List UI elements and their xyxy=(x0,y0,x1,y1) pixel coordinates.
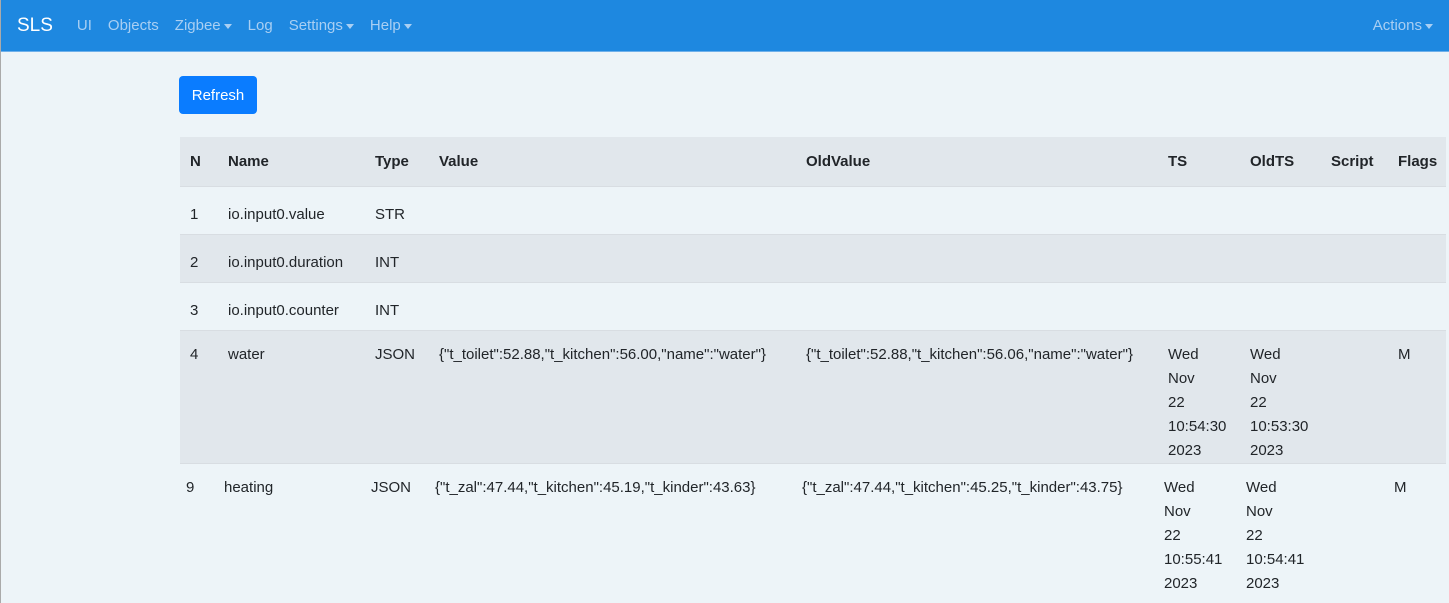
cell-old-value xyxy=(796,234,1158,282)
caret-down-icon xyxy=(403,23,412,29)
nav-log[interactable]: Log xyxy=(248,17,273,34)
refresh-button[interactable]: Refresh xyxy=(179,76,257,114)
table-row[interactable]: 3 io.input0.counter INT xyxy=(180,282,1446,330)
cell-ts xyxy=(1158,186,1240,234)
cell-flags: M xyxy=(1398,345,1411,363)
cell-old-value: {"t_toilet":52.88,"t_kitchen":56.06,"nam… xyxy=(806,345,1133,363)
cell-old-ts: Wed Nov 22 10:53:30 2023 xyxy=(1250,345,1309,459)
cell-flags xyxy=(1388,234,1446,282)
cell-script xyxy=(1321,186,1388,234)
header-script: Script xyxy=(1331,152,1374,170)
header-type: Type xyxy=(375,152,409,170)
cell-ts xyxy=(1158,282,1240,330)
cell-n: 9 xyxy=(186,478,195,496)
nav-zigbee-label: Zigbee xyxy=(174,17,221,34)
nav-settings-label: Settings xyxy=(288,17,343,34)
nav-settings[interactable]: Settings xyxy=(289,17,354,34)
header-name: Name xyxy=(228,152,269,170)
nav-objects[interactable]: Objects xyxy=(108,17,159,34)
header-value: Value xyxy=(439,152,479,170)
nav-ui[interactable]: UI xyxy=(77,17,92,34)
objects-table: N Name Type Value OldValue TS OldTS Script Flags… xyxy=(180,137,1446,596)
nav-help[interactable]: Help xyxy=(370,17,412,34)
cell-flags xyxy=(1388,186,1446,234)
cell-old-ts xyxy=(1240,186,1321,234)
cell-script xyxy=(1317,463,1384,596)
cell-old-value xyxy=(796,186,1158,234)
cell-value xyxy=(429,186,796,234)
cell-old-value: {"t_zal":47.44,"t_kitchen":45.25,"t_kind… xyxy=(802,478,1123,496)
cell-old-ts: Wed Nov 22 10:54:41 2023 xyxy=(1246,478,1305,592)
cell-type: INT xyxy=(375,253,400,271)
cell-n: 2 xyxy=(190,253,199,271)
cell-script xyxy=(1321,330,1388,463)
cell-n: 3 xyxy=(190,301,199,319)
table-row[interactable]: 1 io.input0.value STR xyxy=(180,186,1446,234)
caret-down-icon xyxy=(223,23,232,29)
header-flags: Flags xyxy=(1398,152,1438,170)
nav-actions[interactable]: Actions xyxy=(1373,17,1433,34)
table-row[interactable]: 4 water JSON {"t_toilet":52.88,"t_kitchen":… xyxy=(180,330,1446,463)
cell-type: STR xyxy=(375,205,405,223)
cell-flags xyxy=(1388,282,1446,330)
cell-ts: Wed Nov 22 10:54:30 2023 xyxy=(1168,345,1227,459)
table-header: N Name Type Value OldValue TS OldTS Script Flags xyxy=(180,137,1446,186)
header-old-ts: OldTS xyxy=(1250,152,1295,170)
cell-old-ts xyxy=(1240,234,1321,282)
cell-ts xyxy=(1158,234,1240,282)
cell-name: heating xyxy=(224,478,274,496)
cell-type: INT xyxy=(375,301,400,319)
caret-down-icon xyxy=(1425,23,1433,29)
cell-value xyxy=(429,282,796,330)
cell-old-value xyxy=(796,282,1158,330)
table-row[interactable]: 2 io.input0.duration INT xyxy=(180,234,1446,282)
navbar: SLS UI Objects Zigbee Log Settings Help … xyxy=(1,0,1449,52)
cell-script xyxy=(1321,234,1388,282)
cell-value xyxy=(429,234,796,282)
table-row[interactable]: 9 heating JSON {"t_zal":47.44,"t_kitchen":4… xyxy=(180,463,1446,596)
cell-script xyxy=(1321,282,1388,330)
header-ts: TS xyxy=(1168,152,1188,170)
cell-name: io.input0.duration xyxy=(228,253,344,271)
brand[interactable]: SLS xyxy=(17,15,53,37)
cell-ts: Wed Nov 22 10:55:41 2023 xyxy=(1164,478,1223,592)
nav-zigbee[interactable]: Zigbee xyxy=(175,17,232,34)
cell-type: JSON xyxy=(375,345,416,363)
cell-name: io.input0.counter xyxy=(228,301,339,319)
cell-value: {"t_toilet":52.88,"t_kitchen":56.00,"nam… xyxy=(439,345,766,363)
cell-name: water xyxy=(228,345,265,363)
header-n: N xyxy=(190,152,201,170)
cell-value: {"t_zal":47.44,"t_kitchen":45.19,"t_kind… xyxy=(435,478,756,496)
cell-n: 1 xyxy=(190,205,199,223)
cell-type: JSON xyxy=(371,478,412,496)
header-old-value: OldValue xyxy=(806,152,871,170)
nav-actions-label: Actions xyxy=(1372,17,1422,34)
caret-down-icon xyxy=(345,23,354,29)
cell-flags: M xyxy=(1394,478,1407,496)
cell-old-ts xyxy=(1240,282,1321,330)
nav-help-label: Help xyxy=(369,17,401,34)
cell-n: 4 xyxy=(190,345,199,363)
cell-name: io.input0.value xyxy=(228,205,325,223)
